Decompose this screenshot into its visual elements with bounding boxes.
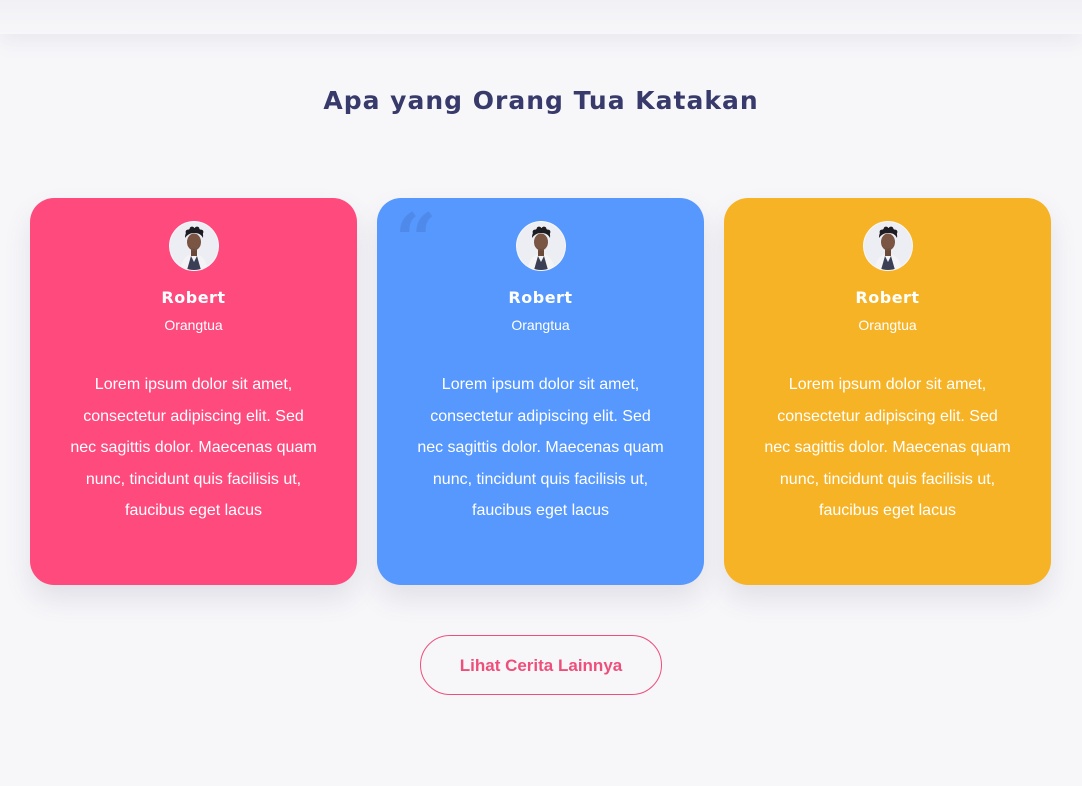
person-name: Robert	[161, 288, 226, 307]
testimonial-text: Lorem ipsum dolor sit amet, consectetur …	[764, 376, 1011, 519]
person-role: Orangtua	[858, 317, 917, 333]
section-title: Apa yang Orang Tua Katakan	[323, 86, 759, 115]
person-role: Orangtua	[164, 317, 223, 333]
avatar	[169, 221, 219, 271]
testimonial-text: Lorem ipsum dolor sit amet, consectetur …	[70, 376, 317, 519]
avatar	[516, 221, 566, 271]
person-name: Robert	[855, 288, 920, 307]
testimonial-card: “ Robert Orangtua Lorem ipsum dolor sit …	[30, 198, 357, 585]
avatar	[863, 221, 913, 271]
quote-icon: “	[395, 197, 437, 282]
more-stories-button[interactable]: Lihat Cerita Lainnya	[420, 635, 662, 695]
person-role: Orangtua	[511, 317, 570, 333]
person-name: Robert	[508, 288, 573, 307]
header-shadow-strip	[0, 0, 1082, 34]
testimonial-card: “ Robert Orangtua Lorem ipsum dolor sit …	[724, 198, 1051, 585]
testimonial-card: “ Robert Orangtua Lorem ipsum dolor sit …	[377, 198, 704, 585]
testimonial-cards: “ Robert Orangtua Lorem ipsum dolor sit …	[30, 198, 1051, 585]
testimonial-text: Lorem ipsum dolor sit amet, consectetur …	[417, 376, 664, 519]
